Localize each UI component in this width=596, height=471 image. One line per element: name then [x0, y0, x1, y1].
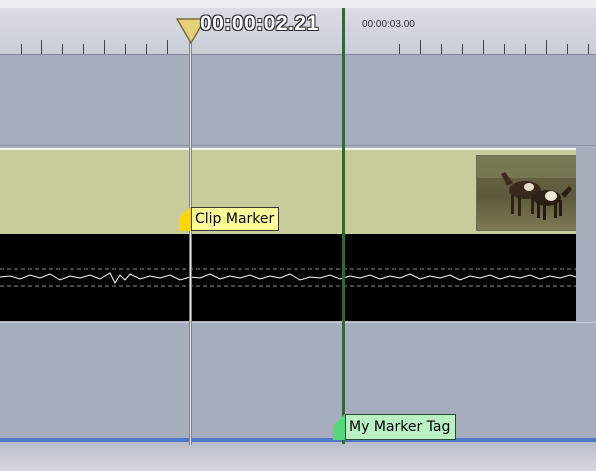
ruler-tick	[462, 44, 463, 54]
edit-line[interactable]	[342, 8, 345, 444]
playhead-line[interactable]	[189, 40, 192, 445]
ruler-tick	[167, 40, 168, 54]
marker-tag-label: My Marker Tag	[345, 414, 457, 440]
ruler-tick	[588, 44, 589, 54]
ruler-tick	[546, 40, 547, 54]
clip-thumbnail	[476, 155, 577, 231]
audio-track-lower[interactable]	[0, 322, 596, 414]
ruler-tick	[83, 44, 84, 54]
ruler-tick	[504, 44, 505, 54]
ruler-tick	[399, 44, 400, 54]
ruler-tick	[146, 44, 147, 54]
ruler-tick	[483, 40, 484, 54]
ruler-tick	[420, 40, 421, 54]
ruler-tick	[525, 44, 526, 54]
ruler-tick	[62, 44, 63, 54]
marker-flag-icon	[179, 207, 191, 231]
audio-waveform	[0, 268, 576, 287]
clip-marker-label: Clip Marker	[191, 207, 280, 231]
ruler-tick	[567, 44, 568, 54]
marker-flag-icon	[333, 414, 345, 440]
video-track-upper[interactable]	[0, 55, 596, 146]
ruler-tick	[41, 40, 42, 54]
track-end-area	[576, 148, 596, 322]
timeline-marker-tag[interactable]: My Marker Tag	[333, 414, 457, 440]
clip-marker[interactable]: Clip Marker	[179, 207, 280, 231]
timeline-top-bar	[0, 0, 596, 8]
ruler-tick	[125, 44, 126, 54]
ruler-tick	[441, 44, 442, 54]
ruler-time-label: 00:00:03.00	[362, 19, 415, 30]
ruler-tick	[104, 40, 105, 54]
current-time-display[interactable]: 00:00:02.21	[200, 12, 319, 36]
ruler-tick	[21, 44, 22, 54]
timeline-footer	[0, 442, 596, 471]
timeline-panel: 00:00:02.21 00:00:03.00 Clip Marker My M…	[0, 0, 596, 471]
